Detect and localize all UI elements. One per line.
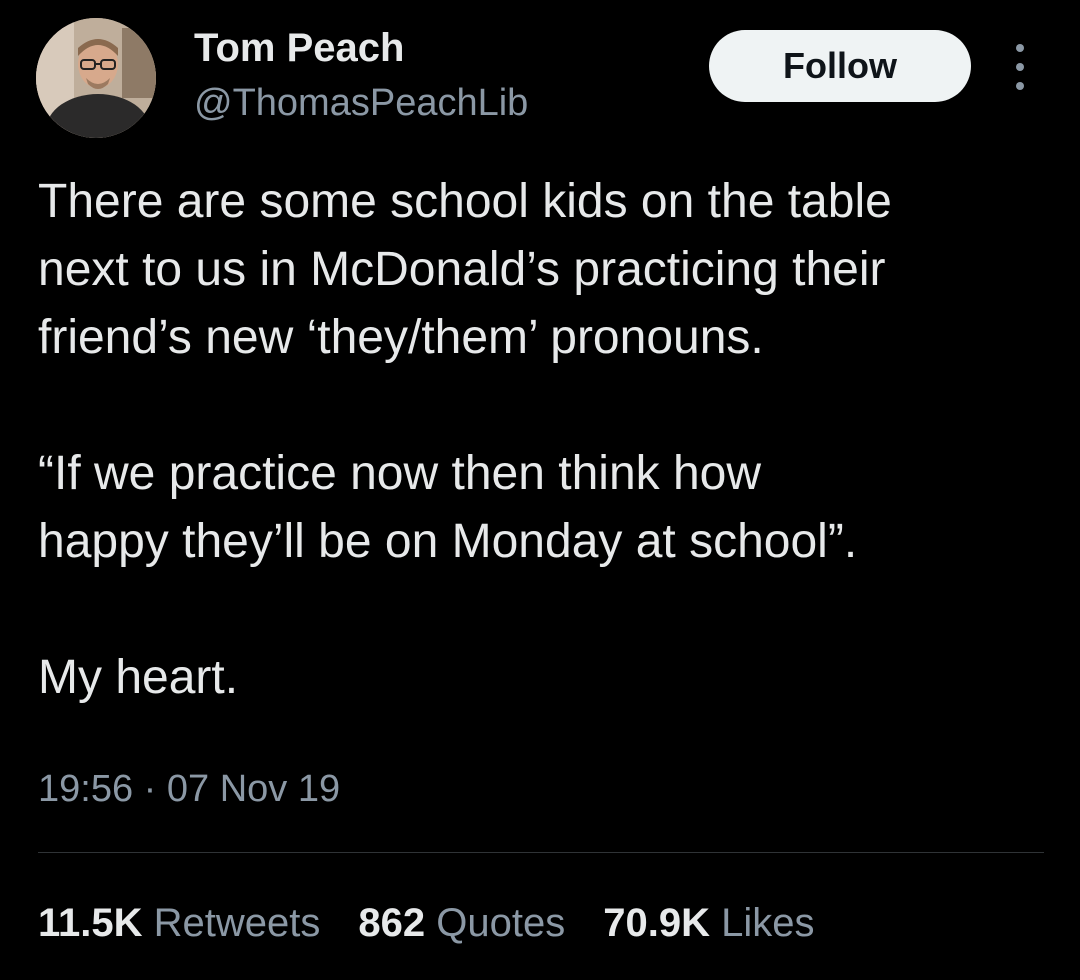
avatar-photo bbox=[36, 18, 156, 138]
quotes-stat[interactable]: 862 Quotes bbox=[358, 898, 565, 948]
follow-button[interactable]: Follow bbox=[709, 30, 971, 102]
tweet-paragraph: There are some school kids on the table … bbox=[38, 175, 892, 364]
likes-count: 70.9K bbox=[603, 901, 710, 945]
tweet: Tom Peach @ThomasPeachLib Follow There a… bbox=[0, 0, 1080, 980]
tweet-timestamp[interactable]: 19:56 · 07 Nov 19 bbox=[38, 764, 340, 814]
tweet-date: 07 Nov 19 bbox=[166, 768, 341, 810]
divider bbox=[38, 852, 1044, 853]
tweet-time: 19:56 bbox=[38, 768, 134, 810]
retweets-stat[interactable]: 11.5K Retweets bbox=[38, 898, 320, 948]
timestamp-separator: · bbox=[143, 768, 157, 810]
more-dot bbox=[1016, 82, 1024, 90]
more-dot bbox=[1016, 63, 1024, 71]
more-dot bbox=[1016, 44, 1024, 52]
avatar[interactable] bbox=[36, 18, 156, 138]
author-name[interactable]: Tom Peach bbox=[194, 24, 404, 72]
tweet-paragraph: “If we practice now then think how happy… bbox=[38, 447, 858, 568]
quotes-label: Quotes bbox=[436, 901, 566, 945]
retweets-label: Retweets bbox=[153, 901, 321, 945]
likes-stat[interactable]: 70.9K Likes bbox=[603, 898, 814, 948]
author-handle[interactable]: @ThomasPeachLib bbox=[194, 80, 528, 126]
more-vertical-icon[interactable] bbox=[1006, 44, 1034, 90]
retweets-count: 11.5K bbox=[38, 901, 143, 945]
quotes-count: 862 bbox=[358, 901, 426, 945]
tweet-paragraph: My heart. bbox=[38, 651, 239, 704]
tweet-text: There are some school kids on the table … bbox=[38, 168, 1048, 712]
engagement-stats: 11.5K Retweets 862 Quotes 70.9K Likes bbox=[38, 898, 853, 948]
likes-label: Likes bbox=[721, 901, 815, 945]
